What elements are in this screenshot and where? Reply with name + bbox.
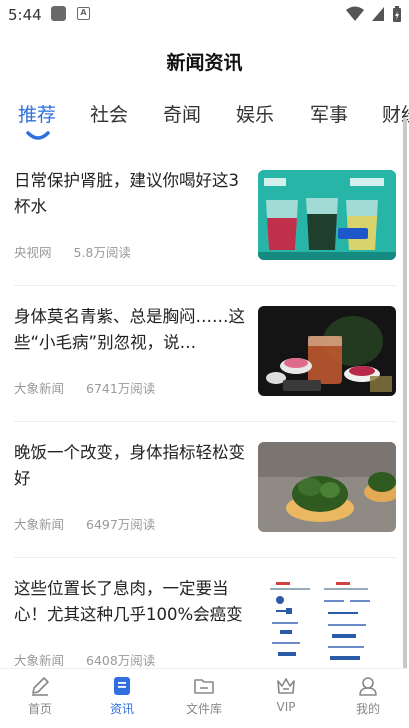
signal-icon bbox=[371, 7, 384, 21]
page-title: 新闻资讯 bbox=[166, 52, 243, 74]
greens-dish-image bbox=[258, 442, 396, 532]
tab-entertainment[interactable]: 娱乐 bbox=[236, 100, 274, 127]
flower-tea-image bbox=[258, 306, 396, 396]
article-source: 大象新闻 bbox=[14, 381, 65, 396]
nav-label: 文件库 bbox=[185, 702, 222, 716]
status-time: 5:44 bbox=[8, 6, 42, 24]
nav-label: VIP bbox=[276, 700, 296, 714]
bottom-nav: 首页 资讯 文件库 VIP 我的 bbox=[0, 668, 409, 728]
nav-home[interactable]: 首页 bbox=[10, 675, 70, 717]
document-icon bbox=[114, 677, 130, 695]
nav-files[interactable]: 文件库 bbox=[174, 675, 234, 717]
wifi-icon bbox=[345, 6, 364, 21]
article-source: 大象新闻 bbox=[14, 517, 65, 532]
scrollbar[interactable] bbox=[403, 118, 407, 678]
nav-label: 首页 bbox=[27, 702, 52, 716]
status-icons bbox=[345, 5, 403, 23]
article-title: 这些位置长了息肉，一定要当心！尤其这种几乎100%会癌变 bbox=[14, 579, 243, 624]
article-source: 央视网 bbox=[14, 245, 52, 260]
article-meta: 央视网 5.8万阅读 bbox=[14, 242, 131, 261]
nav-vip[interactable]: VIP bbox=[256, 675, 316, 714]
text-icon: A bbox=[77, 7, 90, 20]
tab-military[interactable]: 军事 bbox=[310, 100, 348, 127]
article-meta: 大象新闻 6408万阅读 bbox=[14, 650, 155, 669]
pen-icon bbox=[32, 677, 49, 696]
app-icon bbox=[51, 6, 66, 21]
article-reads: 6497万阅读 bbox=[86, 517, 156, 532]
nav-label: 资讯 bbox=[109, 702, 134, 716]
article-item[interactable]: 身体莫名青紫、总是胸闷……这些“小毛病”别忽视，说… 大象新闻 6741万阅读 bbox=[14, 286, 396, 422]
article-reads: 6741万阅读 bbox=[86, 381, 156, 396]
article-title: 晚饭一个改变，身体指标轻松变好 bbox=[14, 443, 245, 488]
article-item[interactable]: 日常保护肾脏，建议你喝好这3杯水 央视网 5.8万阅读 bbox=[14, 150, 396, 286]
status-bar: 5:44 A bbox=[0, 0, 409, 30]
article-meta: 大象新闻 6741万阅读 bbox=[14, 378, 155, 397]
app-screen: 5:44 A 新闻资讯 推荐 社会 奇闻 娱乐 军事 财经 日常保护肾脏，建议你… bbox=[0, 0, 409, 728]
article-meta: 大象新闻 6497万阅读 bbox=[14, 514, 155, 533]
nav-label: 我的 bbox=[355, 702, 380, 716]
battery-icon bbox=[393, 6, 401, 22]
crown-icon bbox=[277, 678, 295, 694]
active-tab-indicator bbox=[26, 131, 50, 140]
nav-profile[interactable]: 我的 bbox=[338, 675, 398, 717]
article-title: 身体莫名青紫、总是胸闷……这些“小毛病”别忽视，说… bbox=[14, 307, 245, 352]
user-icon bbox=[359, 677, 377, 696]
tab-recommend[interactable]: 推荐 bbox=[18, 100, 56, 127]
folder-icon bbox=[194, 679, 214, 694]
article-title: 日常保护肾脏，建议你喝好这3杯水 bbox=[14, 171, 239, 216]
article-item[interactable]: 晚饭一个改变，身体指标轻松变好 大象新闻 6497万阅读 bbox=[14, 422, 396, 558]
urine-cups-image bbox=[258, 170, 396, 260]
article-source: 大象新闻 bbox=[14, 653, 65, 668]
diagram-image bbox=[258, 578, 396, 668]
nav-news[interactable]: 资讯 bbox=[92, 675, 152, 717]
tab-society[interactable]: 社会 bbox=[90, 100, 128, 127]
article-reads: 6408万阅读 bbox=[86, 653, 156, 668]
article-reads: 5.8万阅读 bbox=[73, 245, 131, 260]
tab-oddities[interactable]: 奇闻 bbox=[163, 100, 201, 127]
category-tabs: 推荐 社会 奇闻 娱乐 军事 财经 bbox=[0, 96, 409, 146]
